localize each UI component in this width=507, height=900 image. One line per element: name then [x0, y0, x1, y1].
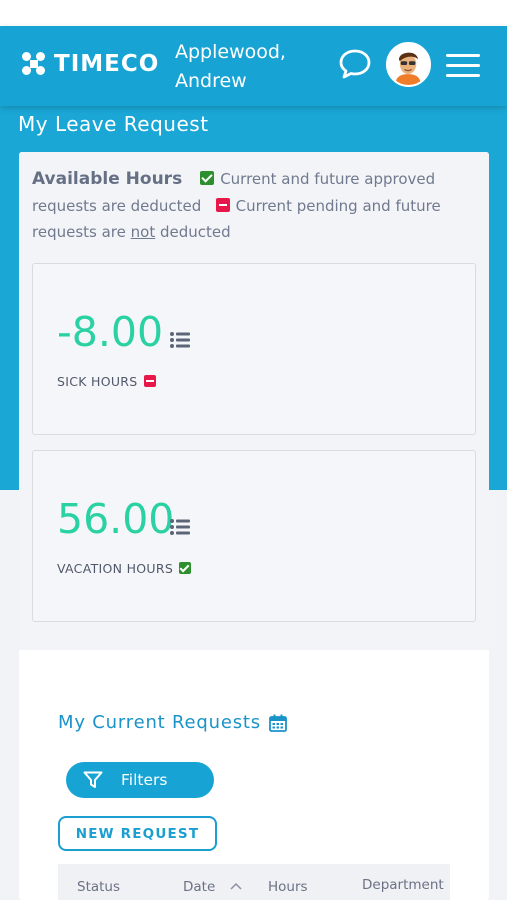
list-icon[interactable] — [170, 519, 190, 535]
calendar-icon[interactable] — [269, 714, 287, 732]
timeco-logo[interactable]: TIMECO — [22, 51, 159, 77]
page-title: My Leave Request — [18, 112, 209, 136]
pending-minus-icon — [215, 197, 230, 212]
approved-check-icon — [200, 171, 215, 185]
app-header: TIMECO Applewood, Andrew — [0, 26, 507, 106]
sick-hours-label-text: SICK HOURS — [57, 374, 138, 389]
available-hours-panel: Available Hours Current and future approv… — [19, 152, 489, 650]
vacation-hours-card[interactable]: 56.00 VACATION HOURS — [32, 450, 476, 622]
list-icon[interactable] — [170, 332, 190, 348]
filters-button[interactable]: Filters — [66, 762, 214, 798]
sort-ascending-icon[interactable] — [230, 882, 242, 890]
sick-hours-value: -8.00 — [57, 308, 164, 356]
pending-legend-text-post: deducted — [155, 223, 231, 241]
pending-minus-icon — [143, 375, 156, 387]
vacation-hours-label: VACATION HOURS — [57, 561, 192, 576]
sick-hours-label: SICK HOURS — [57, 374, 156, 389]
available-hours-heading: Available Hours — [32, 169, 183, 189]
hamburger-menu-icon[interactable] — [446, 54, 480, 78]
column-hours[interactable]: Hours — [268, 879, 308, 895]
column-date[interactable]: Date — [183, 879, 215, 895]
status-bar-gap — [0, 0, 507, 26]
vacation-hours-label-text: VACATION HOURS — [57, 561, 174, 576]
user-name: Applewood, Andrew — [175, 41, 286, 92]
current-requests-title-text: My Current Requests — [58, 712, 261, 733]
chat-icon[interactable] — [338, 47, 372, 81]
column-department[interactable]: Department — [362, 877, 444, 893]
available-hours-legend: Available Hours Current and future approv… — [32, 166, 472, 246]
approved-check-icon — [179, 562, 192, 574]
pending-legend-not: not — [130, 223, 156, 241]
vacation-hours-value: 56.00 — [57, 495, 175, 543]
logo-mark-icon — [22, 52, 46, 76]
sick-hours-card[interactable]: -8.00 SICK HOURS — [32, 263, 476, 435]
logo-text: TIMECO — [54, 51, 160, 77]
avatar[interactable] — [386, 42, 431, 87]
new-request-button[interactable]: NEW REQUEST — [58, 816, 217, 851]
leave-request-card: Available Hours Current and future approv… — [19, 152, 489, 900]
filter-icon — [83, 771, 103, 788]
requests-table-header: Status Date Hours Department — [58, 864, 450, 900]
current-requests-title: My Current Requests — [58, 712, 287, 733]
column-status[interactable]: Status — [77, 879, 120, 895]
filters-button-label: Filters — [121, 771, 168, 789]
